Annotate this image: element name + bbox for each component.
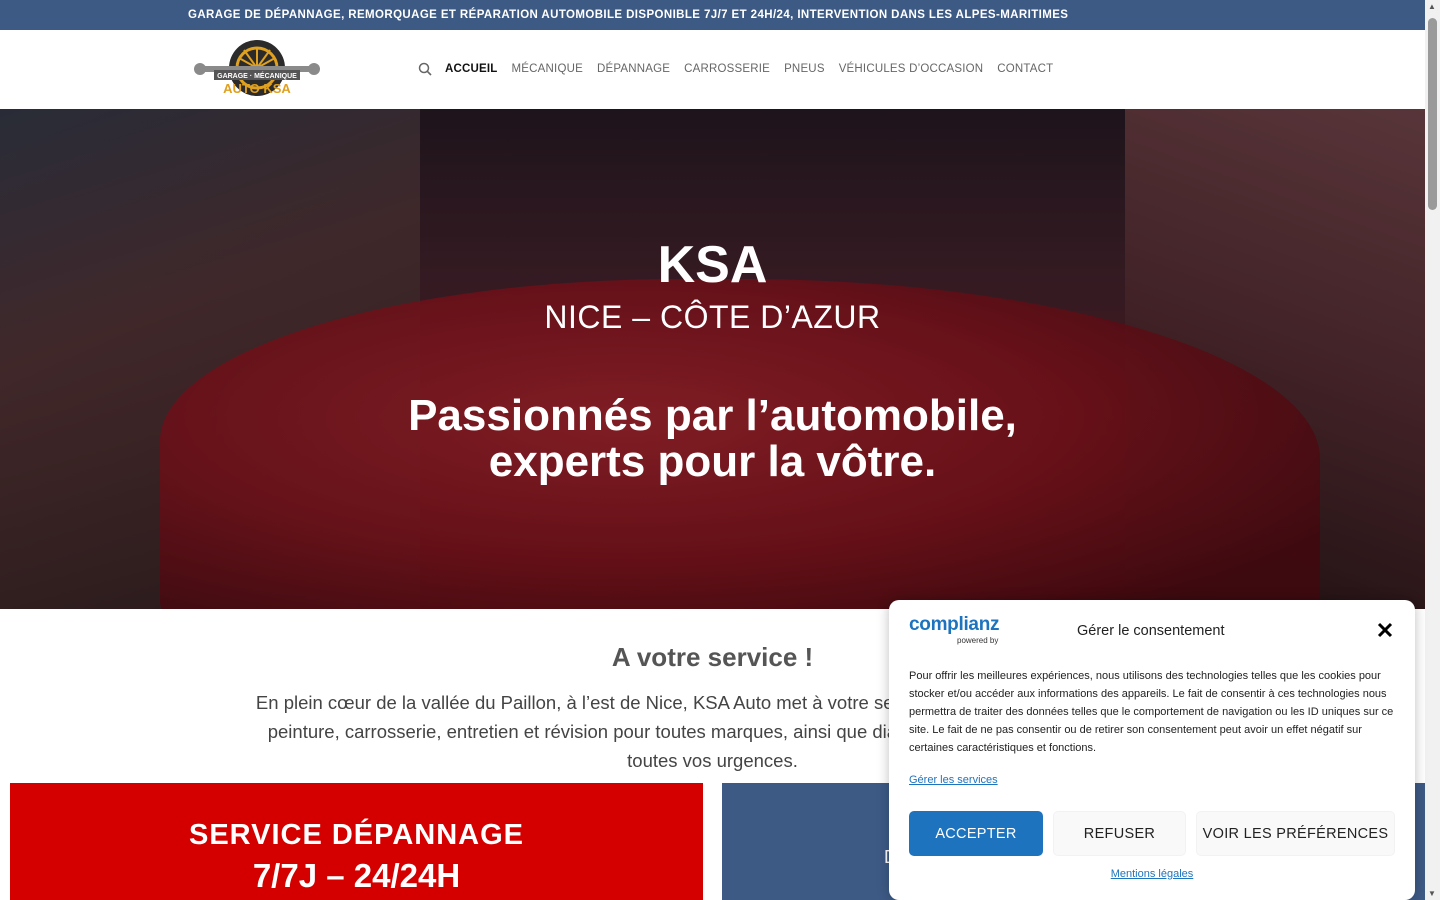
complianz-powered: powered by xyxy=(957,636,999,645)
logo-line2: AUTO KSA xyxy=(223,81,291,96)
nav-item-depannage[interactable]: DÉPANNAGE xyxy=(597,63,670,75)
search-icon[interactable] xyxy=(417,61,433,77)
nav-item-accueil[interactable]: ACCUEIL xyxy=(445,63,498,75)
preferences-button[interactable]: VOIR LES PRÉFÉRENCES xyxy=(1196,811,1395,856)
site-header: GARAGE · MÉCANIQUE AUTO KSA ACCUEIL MÉCA… xyxy=(0,30,1425,109)
card-depannage[interactable]: SERVICE DÉPANNAGE 7/7J – 24/24H xyxy=(10,783,703,900)
top-announcement-bar: GARAGE DE DÉPANNAGE, REMORQUAGE ET RÉPAR… xyxy=(0,0,1425,30)
cookie-consent-dialog: complianz powered by Gérer le consenteme… xyxy=(889,600,1415,900)
nav-item-contact[interactable]: CONTACT xyxy=(997,63,1053,75)
hero-tagline-line2: experts pour la vôtre. xyxy=(488,437,937,486)
complianz-logo: complianz powered by xyxy=(909,614,1009,645)
manage-services-link[interactable]: Gérer les services xyxy=(909,774,998,786)
page-scrollbar[interactable]: ▲ ▼ xyxy=(1425,0,1440,900)
hero-banner: KSA NICE – CÔTE D’AZUR Passionnés par l’… xyxy=(0,109,1425,609)
card-depannage-hours: 7/7J – 24/24H xyxy=(252,857,461,894)
site-logo[interactable]: GARAGE · MÉCANIQUE AUTO KSA xyxy=(194,38,320,100)
main-nav: ACCUEIL MÉCANIQUE DÉPANNAGE CARROSSERIE … xyxy=(417,61,1067,77)
close-icon[interactable] xyxy=(1375,620,1395,640)
hero-subtitle: NICE – CÔTE D’AZUR xyxy=(544,299,881,335)
card-depannage-title: SERVICE DÉPANNAGE xyxy=(189,819,524,851)
refuse-button[interactable]: REFUSER xyxy=(1053,811,1186,856)
nav-item-vehicules-occasion[interactable]: VÉHICULES D’OCCASION xyxy=(839,63,984,75)
hero-tagline: Passionnés par l’automobile, experts pou… xyxy=(0,393,1425,485)
accept-button[interactable]: ACCEPTER xyxy=(909,811,1043,856)
legal-notice-link[interactable]: Mentions légales xyxy=(889,868,1415,880)
nav-item-pneus[interactable]: PNEUS xyxy=(784,63,825,75)
consent-title: Gérer le consentement xyxy=(1077,623,1225,639)
logo-line1: GARAGE · MÉCANIQUE xyxy=(217,71,297,80)
nav-item-mecanique[interactable]: MÉCANIQUE xyxy=(512,63,583,75)
nav-item-carrosserie[interactable]: CARROSSERIE xyxy=(684,63,770,75)
hero-tagline-line1: Passionnés par l’automobile, xyxy=(408,391,1017,440)
scroll-down-icon[interactable]: ▼ xyxy=(1428,889,1436,898)
hero-title: KSA xyxy=(657,236,768,294)
consent-message: Pour offrir les meilleures expériences, … xyxy=(909,670,1394,754)
scrollbar-thumb[interactable] xyxy=(1428,18,1437,210)
scroll-up-icon[interactable]: ▲ xyxy=(1428,2,1436,11)
complianz-brand: complianz xyxy=(909,614,1000,635)
announcement-text: GARAGE DE DÉPANNAGE, REMORQUAGE ET RÉPAR… xyxy=(188,9,1069,21)
